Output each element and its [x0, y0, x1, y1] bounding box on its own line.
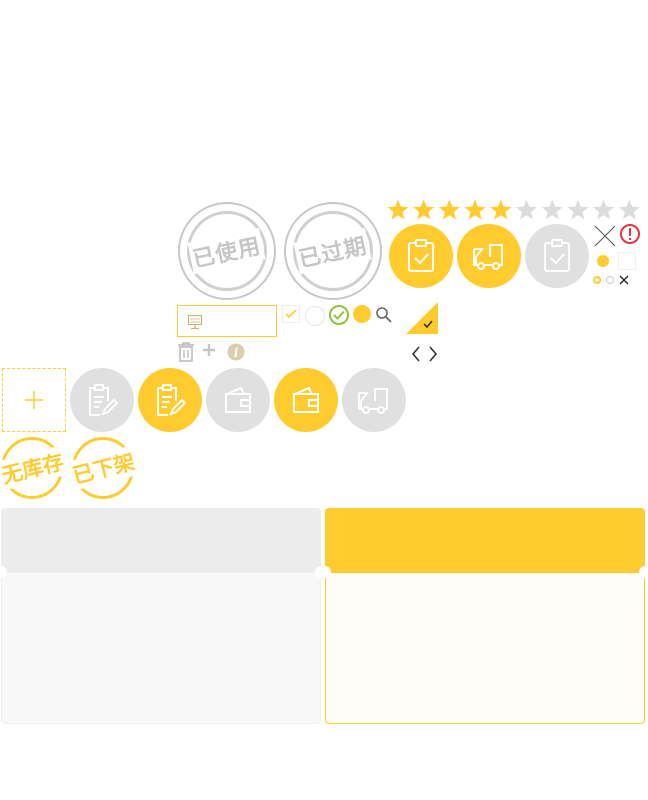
- used-stamp-text: 已使用: [187, 227, 267, 275]
- check-circle-icon[interactable]: [328, 304, 350, 326]
- star-empty-icon[interactable]: [618, 199, 640, 220]
- expired-stamp-ring: 已过期: [293, 211, 373, 291]
- device-field[interactable]: [177, 305, 277, 337]
- radio-filled[interactable]: [353, 305, 371, 323]
- check-icon: [285, 309, 297, 319]
- search-icon[interactable]: [375, 306, 393, 324]
- corner-selected-badge: [406, 302, 438, 334]
- used-stamp-ring: 已使用: [187, 211, 267, 291]
- out-of-stock-stamp-text: 无库存: [0, 445, 68, 491]
- expired-stamp: 已过期: [284, 202, 382, 300]
- radio-selected[interactable]: [593, 276, 601, 284]
- card-notch-left: [319, 566, 331, 578]
- truck-icon: [473, 244, 503, 270]
- star-rating[interactable]: [386, 198, 642, 222]
- wallet-icon: [225, 386, 251, 413]
- out-of-stock-stamp: 无库存: [0, 437, 68, 499]
- close-icon[interactable]: [593, 224, 617, 248]
- star-empty-icon[interactable]: [567, 199, 589, 220]
- plus-icon: [25, 391, 43, 409]
- radio-unselected[interactable]: [606, 276, 614, 284]
- truck-button-active[interactable]: [457, 224, 521, 288]
- truck-icon: [358, 388, 388, 414]
- card-body-active[interactable]: [325, 572, 645, 724]
- clipboard-check-icon: [408, 239, 434, 272]
- empty-checkbox[interactable]: [618, 252, 636, 270]
- trash-icon[interactable]: [176, 341, 196, 363]
- info-icon[interactable]: i: [227, 343, 245, 361]
- truck-button-inactive[interactable]: [342, 368, 406, 432]
- card-header-active: [325, 508, 645, 572]
- used-stamp: 已使用: [178, 202, 276, 300]
- clipboard-check-icon: [544, 239, 570, 272]
- card-notch-right: [639, 566, 648, 578]
- wallet-icon: [293, 386, 319, 413]
- add-image-button[interactable]: [2, 368, 66, 432]
- star-empty-icon[interactable]: [516, 199, 537, 220]
- star-filled-icon[interactable]: [413, 199, 435, 220]
- alert-icon: [620, 224, 640, 244]
- card-body-inactive[interactable]: [1, 572, 321, 724]
- wallet-button-active[interactable]: [274, 368, 338, 432]
- monitor-icon: [187, 314, 203, 330]
- clipboard-edit-icon: [89, 384, 118, 416]
- star-filled-icon[interactable]: [438, 199, 460, 220]
- star-empty-icon[interactable]: [593, 199, 615, 220]
- expired-stamp-text: 已过期: [293, 227, 373, 275]
- star-empty-icon[interactable]: [541, 199, 563, 220]
- checked-checkbox[interactable]: [282, 305, 300, 323]
- delisted-stamp-text: 已下架: [67, 445, 139, 491]
- clipboard-edit-icon: [157, 384, 186, 416]
- selected-dot: [597, 255, 609, 267]
- radio-empty[interactable]: [305, 306, 325, 326]
- chevron-right-icon[interactable]: [427, 345, 439, 363]
- svg-text:i: i: [234, 346, 239, 360]
- star-filled-icon[interactable]: [464, 199, 486, 220]
- close-small-icon[interactable]: [619, 275, 629, 285]
- clipboard-check-button-active[interactable]: [389, 224, 453, 288]
- star-filled-icon[interactable]: [490, 199, 512, 220]
- chevron-left-icon[interactable]: [410, 345, 422, 363]
- clipboard-edit-button-active[interactable]: [138, 368, 202, 432]
- plus-icon[interactable]: [201, 342, 217, 358]
- delisted-stamp: 已下架: [67, 437, 139, 499]
- star-filled-icon[interactable]: [387, 199, 409, 220]
- wallet-button-inactive[interactable]: [206, 368, 270, 432]
- clipboard-edit-button-inactive[interactable]: [70, 368, 134, 432]
- clipboard-check-button-inactive[interactable]: [525, 224, 589, 288]
- card-header-inactive: [1, 508, 321, 572]
